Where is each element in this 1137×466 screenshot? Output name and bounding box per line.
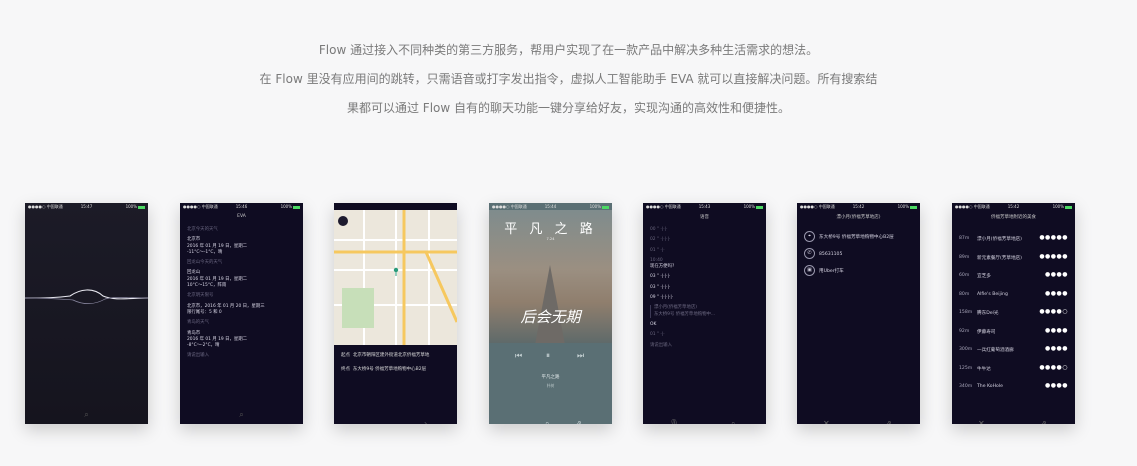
list-item[interactable]: 340m The KoHole ●●●● — [957, 378, 1070, 397]
next-icon[interactable]: ⏭ — [577, 351, 584, 361]
voice-message[interactable]: 00 " ·|·|· — [650, 227, 762, 233]
rating-stars: ●●●● — [1045, 271, 1068, 278]
location-pin-icon: ⌖ — [804, 231, 815, 242]
previous-icon[interactable]: ⏮ — [515, 351, 522, 361]
pause-icon[interactable]: ⏸ — [546, 351, 550, 361]
map-view[interactable] — [334, 210, 457, 345]
close-icon[interactable]: ✕ — [978, 419, 985, 424]
screen-title: 漂小月(侨福芳草地店) — [836, 215, 881, 220]
screen-title: EVA — [237, 214, 246, 219]
screen-title: 侨福芳草地附近的美食 — [991, 215, 1036, 220]
search-icon[interactable]: ⌕ — [237, 410, 246, 419]
song-title: 平凡之路 — [541, 375, 560, 380]
phone-icon: ✆ — [804, 248, 815, 259]
rating-stars: ●●●●○ — [1039, 363, 1068, 371]
chat-text: OK — [650, 321, 657, 327]
place-address[interactable]: ⌖ 东大桥9号 侨福芳草地购物中心B2层 — [804, 231, 916, 242]
uber-ride[interactable]: ▣ 用Uber打车 — [804, 265, 916, 276]
rating-stars: ●●●● — [1045, 326, 1068, 334]
rating-stars: ●●●● — [1045, 382, 1068, 389]
list-item[interactable]: 92m 伊藤寿司 ●●●● — [957, 323, 1070, 342]
phone-screen-nearby-food: ●●●●○ 中国联通 15:42 100% 侨福芳草地附近的美食 87m 漂小月(… — [952, 203, 1075, 424]
rating-stars: ●●●●● — [1039, 252, 1068, 260]
status-bar: ●●●●○ 中国联通 15:46 100% — [180, 203, 303, 210]
chat-input-hint[interactable]: 请说出输入 — [187, 353, 297, 359]
list-item[interactable]: 125m 牛牛达 ●●●●○ — [957, 360, 1070, 379]
search-icon[interactable]: ⌕ — [82, 410, 91, 419]
phone-screen-map-route: 起点 北京市朝阳区建外街道北京侨福芳草地 终点 东大桥9号 侨福芳草地购物中心B… — [334, 203, 457, 424]
intro-text: Flow 通过接入不同种类的第三方服务，帮用户实现了在一款产品中解决多种生活需求… — [0, 36, 1137, 123]
voice-message[interactable]: 01 " ·|· — [650, 248, 762, 254]
chat-list: 北京今天的天气 北京市 2016 年 01 月 19 日，星期二 -11°C～-… — [187, 227, 297, 360]
list-item[interactable]: 87m 漂小月(侨福芳草地店) ●●●●● — [957, 230, 1070, 249]
intro-line-3: 果都可以通过 Flow 自有的聊天功能一键分享给好友，实现沟通的高效性和便捷性。 — [346, 101, 791, 115]
route-start: 起点 北京市朝阳区建外街道北京侨福芳草地 — [341, 353, 430, 358]
route-end: 终点 东大桥9号 侨福芳草地购物中心B2层 — [341, 367, 427, 372]
search-icon[interactable]: ⌕ — [545, 419, 549, 424]
close-icon[interactable]: ✕ — [823, 419, 830, 424]
share-icon[interactable]: ⇗ — [575, 419, 582, 424]
rating-stars: ●●●●○ — [1039, 308, 1068, 315]
status-bar: ●●●●○ 中国联通 15:47 100% — [25, 203, 148, 210]
status-bar: ●●●●○ 中国联通 15:44 100% — [489, 203, 612, 210]
restaurant-list: 87m 漂小月(侨福芳草地店) ●●●●● 89m 新元素餐厅(芳草地店) ●●●●● … — [957, 230, 1070, 397]
album-poster: 平 凡 之 路 7.24 后会无期 — [489, 210, 612, 343]
list-item[interactable]: 158m 腾东Del光 ●●●●○ — [957, 304, 1070, 323]
phone-screen-voice-chat: ●●●●○ 中国联通 15:43 100% 语音 00 " ·|·|· 02 "… — [643, 203, 766, 424]
voice-message[interactable]: 02 " ·|·|·|· — [650, 237, 762, 243]
screen-title: 语音 — [700, 215, 709, 220]
voice-message[interactable]: 09 " ·|·|·|·|· — [650, 295, 762, 301]
intro-line-2: 在 Flow 里没有应用间的跳转，只需语音或打字发出指令，虚拟人工智能助手 EV… — [259, 72, 878, 86]
rating-stars: ●●●●● — [1039, 234, 1068, 241]
shared-place-card[interactable]: 漂小月(侨福芳草地店) 东大桥9号 侨福芳草地购物中... — [650, 305, 762, 318]
phone-screen-place-detail: ●●●●○ 中国联通 15:42 100% 漂小月(侨福芳草地店) ⌖ 东大桥9号… — [797, 203, 920, 424]
place-phone[interactable]: ✆ 85631105 — [804, 248, 916, 259]
chevron-down-icon[interactable]: ⌄ — [360, 419, 367, 424]
voice-wave — [25, 289, 148, 304]
phone-screen-voice-wave: ●●●●○ 中国联通 15:47 100% ⌕ — [25, 203, 148, 424]
list-item[interactable]: 89m 新元素餐厅(芳草地店) ●●●●● — [957, 249, 1070, 268]
chevron-right-icon[interactable]: › — [424, 419, 427, 424]
share-icon[interactable]: ⇗ — [1040, 419, 1047, 424]
share-icon[interactable]: ⇗ — [885, 419, 892, 424]
intro-line-1: Flow 通过接入不同种类的第三方服务，帮用户实现了在一款产品中解决多种生活需求… — [318, 43, 819, 57]
voice-message[interactable]: 03 " ·|·|·|· — [650, 285, 762, 291]
list-item[interactable]: 300m 一兵红葡萄酒酒廊 ●●●● — [957, 341, 1070, 360]
list-item[interactable]: 80m Alfie's Beijing ●●●● — [957, 286, 1070, 305]
voice-message-list: 00 " ·|·|· 02 " ·|·|·|· 01 " ·|· 10:40 现在… — [650, 227, 762, 353]
chevron-down-icon[interactable]: ⌄ — [515, 419, 522, 424]
status-bar: ●●●●○ 中国联通 15:43 100% — [643, 203, 766, 210]
status-bar: ●●●●○ 中国联通 15:42 100% — [952, 203, 1075, 210]
rating-stars: ●●●● — [1045, 289, 1068, 297]
voice-message[interactable]: 03 " ·|·|·|· — [650, 274, 762, 280]
chat-input-hint[interactable]: 请说出输入 — [650, 343, 762, 349]
phone-screen-music-player: ●●●●○ 中国联通 15:44 100% 平 凡 之 路 7.24 后会无期 … — [489, 203, 612, 424]
status-bar: ●●●●○ 中国联通 15:42 100% — [797, 203, 920, 210]
voice-message[interactable]: 01 " ·|· — [650, 332, 762, 338]
phone-screen-eva-chat: ●●●●○ 中国联通 15:46 100% EVA 北京今天的天气 北京市 20… — [180, 203, 303, 424]
list-item[interactable]: 60m 宜芝多 ●●●● — [957, 267, 1070, 286]
microphone-icon[interactable]: 🎙 — [669, 419, 679, 424]
car-icon: ▣ — [804, 265, 815, 276]
song-artist: 朴树 — [546, 383, 555, 388]
rating-stars: ●●●● — [1045, 345, 1068, 352]
search-icon[interactable]: ⌕ — [731, 419, 735, 424]
